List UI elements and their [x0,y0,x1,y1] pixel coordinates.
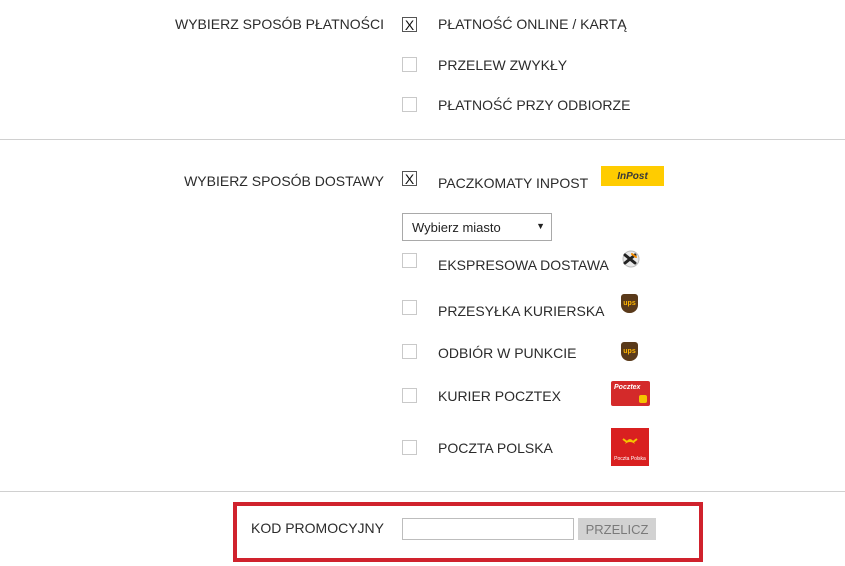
payment-cod-checkbox[interactable] [402,97,417,112]
recalculate-button[interactable]: PRZELICZ [578,518,656,540]
ups-logo: ups [621,294,638,313]
delivery-pocztex-label[interactable]: KURIER POCZTEX [438,388,561,404]
payment-transfer-label[interactable]: PRZELEW ZWYKŁY [438,57,567,73]
payment-cod-label[interactable]: PŁATNOŚĆ PRZY ODBIORZE [438,97,630,113]
delivery-poczta-polska-checkbox[interactable] [402,440,417,455]
ups-logo: ups [621,342,638,361]
pocztex-logo: Pocztex [611,381,650,406]
delivery-poczta-polska-label[interactable]: POCZTA POLSKA [438,440,553,456]
delivery-pickup-label[interactable]: ODBIÓR W PUNKCIE [438,345,576,361]
section-divider [0,139,845,140]
express-delivery-icon [619,250,641,270]
section-divider [0,491,845,492]
payment-section-label: WYBIERZ SPOSÓB PŁATNOŚCI [174,16,384,32]
promo-code-input[interactable] [402,518,574,540]
delivery-pocztex-checkbox[interactable] [402,388,417,403]
promo-code-label: KOD PROMOCYJNY [250,520,384,536]
inpost-logo: InPost [601,166,664,186]
payment-transfer-checkbox[interactable] [402,57,417,72]
payment-online-checkbox[interactable]: X [402,17,417,32]
delivery-express-checkbox[interactable] [402,253,417,268]
payment-online-label[interactable]: PŁATNOŚĆ ONLINE / KARTĄ [438,16,627,32]
check-mark: X [404,170,415,187]
delivery-courier-checkbox[interactable] [402,300,417,315]
delivery-inpost-checkbox[interactable]: X [402,171,417,186]
delivery-inpost-label[interactable]: PACZKOMATY INPOST [438,175,588,191]
delivery-courier-label[interactable]: PRZESYŁKA KURIERSKA [438,303,605,319]
city-select[interactable]: Wybierz miasto ▼ [402,213,552,241]
city-select-value: Wybierz miasto [412,219,501,235]
check-mark: X [404,16,415,33]
delivery-pickup-checkbox[interactable] [402,344,417,359]
chevron-down-icon: ▼ [536,221,545,231]
delivery-express-label[interactable]: EKSPRESOWA DOSTAWA [438,257,609,273]
delivery-section-label: WYBIERZ SPOSÓB DOSTAWY [184,173,384,189]
poczta-polska-logo: Poczta Polska [611,428,649,466]
